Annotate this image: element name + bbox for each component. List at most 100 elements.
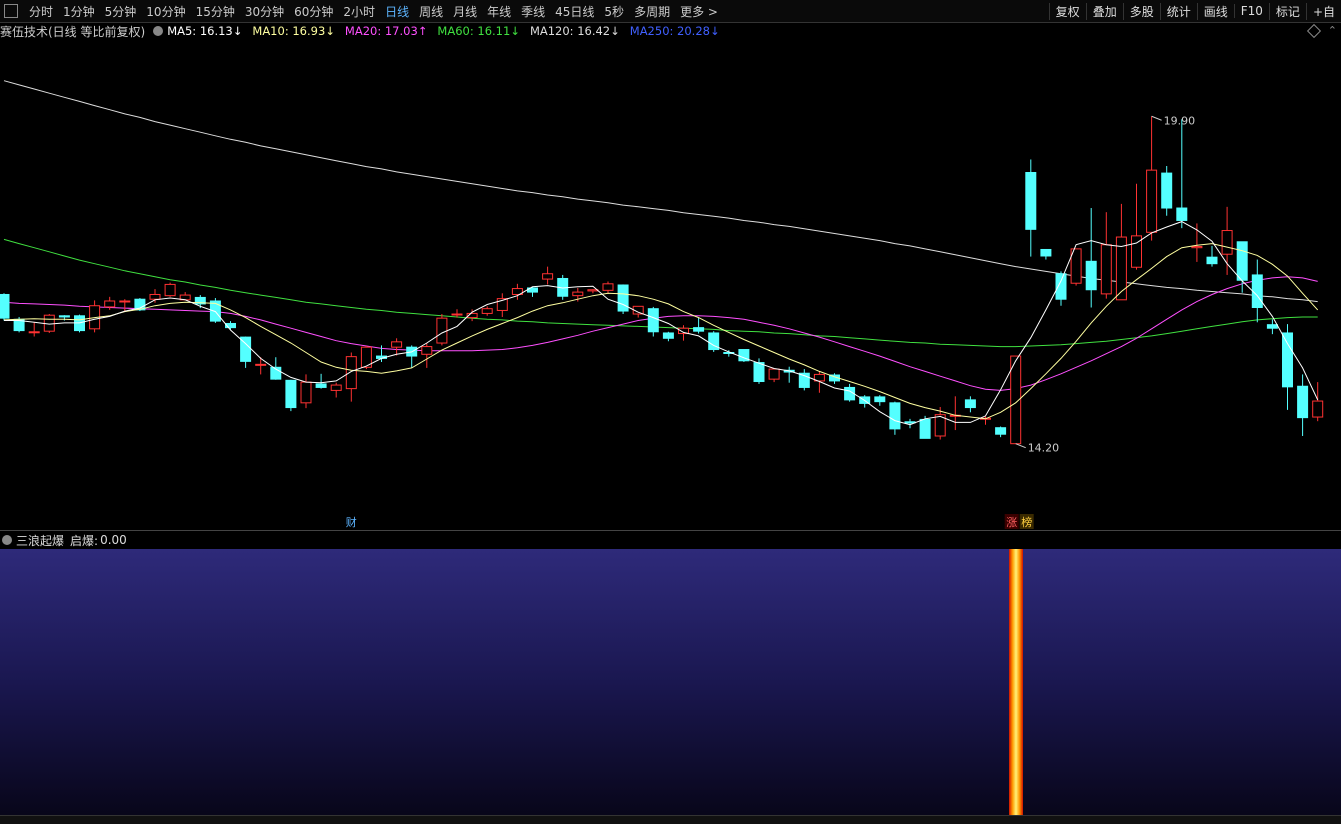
candle-down xyxy=(995,427,1007,435)
period-tab[interactable]: 月线 xyxy=(448,3,482,20)
low-label: 14.20 xyxy=(1028,442,1060,455)
candle-up xyxy=(104,300,116,308)
candle-down xyxy=(662,332,674,339)
period-tab[interactable]: 季线 xyxy=(516,3,550,20)
candle-down xyxy=(753,362,765,383)
high-marker xyxy=(1151,115,1162,121)
candle-down xyxy=(693,327,705,332)
period-tab[interactable]: 60分钟 xyxy=(289,3,338,20)
candle-up xyxy=(149,293,161,300)
candle-up xyxy=(1221,230,1233,255)
ma-legend-item: MA60: 16.11↓ xyxy=(437,24,520,38)
candle-down xyxy=(964,399,976,409)
period-tab[interactable]: 多周期 xyxy=(629,3,675,20)
candle-down xyxy=(58,315,70,318)
candle-up xyxy=(1146,169,1158,233)
tool-button[interactable]: +自 xyxy=(1305,2,1341,20)
candle-down xyxy=(1206,256,1218,265)
period-tab[interactable]: 日线 xyxy=(380,3,414,20)
settings-gear-icon[interactable] xyxy=(153,26,164,36)
candle-down xyxy=(874,396,886,403)
candle-up xyxy=(421,346,433,355)
period-tab[interactable]: 45日线 xyxy=(550,3,599,20)
low-marker xyxy=(1015,443,1026,449)
candle-down xyxy=(1025,172,1037,230)
indicator-label: 启爆: xyxy=(70,533,99,548)
candle-up xyxy=(768,368,780,380)
right-tools: 复权 叠加 多股 统计 画线 F10 标记 +自 xyxy=(1048,0,1341,22)
event-cai-marker: 财 xyxy=(346,515,357,529)
indicator-value: 0.00 xyxy=(100,533,127,547)
candle-down xyxy=(1040,248,1052,257)
toolbar: 分时 1分钟 5分钟 10分钟 15分钟 30分钟 60分钟 2小时 日线 周线 月线 年线 季线 45日… xyxy=(0,0,1341,23)
tool-button[interactable]: 多股 xyxy=(1122,2,1160,20)
tool-button[interactable]: F10 xyxy=(1233,4,1269,18)
candle-down xyxy=(1282,332,1293,388)
period-tab[interactable]: 5秒 xyxy=(599,3,629,20)
candle-up xyxy=(451,313,463,316)
candlestick-chart[interactable]: 19.90 14.20 财 涨榜 xyxy=(0,40,1341,530)
candle-down xyxy=(1236,241,1248,281)
indicator-title: 三浪起爆 xyxy=(16,533,65,548)
candle-up xyxy=(119,300,131,303)
candle-up xyxy=(602,283,614,291)
ma-legend: MA5: 16.13↓ MA10: 16.93↓ MA20: 17.03↑ MA60:… xyxy=(167,24,729,38)
candle-up xyxy=(391,341,403,348)
candle-up xyxy=(28,331,40,334)
event-zhang-marker: 涨 xyxy=(1006,516,1017,529)
period-tab[interactable]: 周线 xyxy=(414,3,448,20)
candle-down xyxy=(209,300,221,322)
candle-down xyxy=(919,418,931,439)
tool-button[interactable]: 标记 xyxy=(1268,2,1306,20)
collapse-arrow-icon[interactable]: ⌃ xyxy=(1328,24,1337,37)
tool-button[interactable]: 画线 xyxy=(1196,2,1234,20)
ma-legend-item: MA5: 16.13↓ xyxy=(167,24,243,38)
candle-down xyxy=(0,293,10,319)
main-chart-header: 赛伍技术(日线 等比前复权) MA5: 16.13↓ MA10: 16.93↓ MA… xyxy=(0,22,1341,40)
candle-down xyxy=(1266,324,1278,329)
candle-down xyxy=(889,402,901,430)
candle-down xyxy=(315,383,327,388)
candle-down xyxy=(617,284,629,312)
period-tab[interactable]: 15分钟 xyxy=(191,3,240,20)
candle-up xyxy=(164,283,176,297)
period-tab[interactable]: 年线 xyxy=(482,3,516,20)
candle-down xyxy=(904,421,916,424)
period-tab[interactable]: 30分钟 xyxy=(240,3,289,20)
high-label: 19.90 xyxy=(1164,114,1196,127)
tool-button[interactable]: 复权 xyxy=(1048,2,1086,20)
candle-up xyxy=(330,384,342,391)
period-tab[interactable]: 10分钟 xyxy=(141,3,190,20)
tool-button[interactable]: 叠加 xyxy=(1085,2,1123,20)
candle-down xyxy=(285,379,297,409)
ma-legend-item: MA10: 16.93↓ xyxy=(252,24,335,38)
candle-down xyxy=(1161,172,1173,209)
indicator-settings-icon[interactable] xyxy=(2,535,12,545)
candle-down xyxy=(1055,273,1067,300)
candle-up xyxy=(345,356,357,390)
signal-bar xyxy=(1008,549,1023,815)
candle-up xyxy=(587,289,599,292)
stock-title: 赛伍技术(日线 等比前复权) xyxy=(0,24,146,39)
ma-legend-item: MA120: 16.42↓ xyxy=(529,24,620,38)
candle-up xyxy=(1312,400,1324,418)
period-tab[interactable]: 2小时 xyxy=(338,3,380,20)
period-tab[interactable]: 更多 > xyxy=(675,3,723,20)
candle-up xyxy=(255,363,267,366)
period-tab[interactable]: 分时 xyxy=(24,3,58,20)
period-tab[interactable]: 1分钟 xyxy=(58,3,100,20)
candle-up xyxy=(1100,244,1112,295)
period-tabs: 分时 1分钟 5分钟 10分钟 15分钟 30分钟 60分钟 2小时 日线 周线 月线 年线 季线 45日… xyxy=(24,3,723,20)
tool-button[interactable]: 统计 xyxy=(1159,2,1197,20)
toggle-square-button[interactable] xyxy=(4,4,18,18)
candle-down xyxy=(1297,385,1309,419)
candle-down xyxy=(647,308,659,333)
candle-up xyxy=(572,291,584,297)
ma-legend-item: MA20: 17.03↑ xyxy=(344,24,428,38)
candle-up xyxy=(300,381,312,404)
period-tab[interactable]: 5分钟 xyxy=(100,3,142,20)
candle-up xyxy=(436,317,448,344)
candle-up xyxy=(542,273,554,280)
candle-down xyxy=(1251,274,1263,308)
sub-indicator-header: 三浪起爆 启爆: 0.00 xyxy=(0,530,1341,549)
